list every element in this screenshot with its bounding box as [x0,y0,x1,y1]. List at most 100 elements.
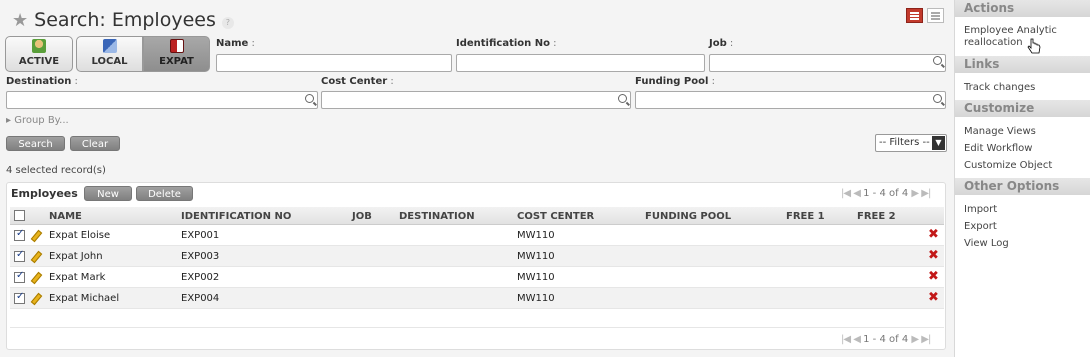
funding-pool-label: Funding Pool [635,76,715,87]
filter-active-label: ACTIVE [18,56,60,67]
funding-pool-input[interactable] [635,91,946,109]
column-header-job[interactable]: JOB [352,211,372,222]
edit-pencil-icon[interactable] [30,272,40,282]
name-label: Name [216,38,255,49]
sidebar-item-manage-views[interactable]: Manage Views [964,126,1036,138]
delete-row-icon[interactable]: ✖ [928,291,939,304]
filter-local-label: LOCAL [91,56,128,67]
column-header-cost-center[interactable]: COST CENTER [517,211,594,222]
chevron-down-icon[interactable]: ▼ [932,136,945,150]
filter-active-button[interactable]: ACTIVE [5,36,73,72]
prev-page-icon[interactable]: ◀ [853,188,861,199]
first-page-icon[interactable]: |◀ [841,334,851,345]
local-icon [102,39,117,53]
identification-no-input[interactable] [456,54,705,72]
selected-records-count: 4 selected record(s) [6,165,106,176]
name-input[interactable] [216,54,452,72]
pager-top: |◀ ◀ 1 - 4 of 4 ▶ ▶| [841,188,931,199]
destination-label: Destination [6,76,78,87]
grid-header: NAME IDENTIFICATION NO JOB DESTINATION C… [10,207,944,225]
sidebar-item-edit-workflow[interactable]: Edit Workflow [964,143,1032,155]
filter-expat-button[interactable]: EXPAT [143,36,210,72]
funding-pool-search-icon[interactable] [933,94,942,103]
filters-select-value: -- Filters -- [879,137,930,148]
edit-pencil-icon[interactable] [30,230,40,240]
cell-identification-no: EXP002 [181,272,220,283]
sidebar-section-other-options: Other Options [955,178,1090,195]
list-view-icon[interactable] [906,8,923,23]
cell-identification-no: EXP003 [181,251,220,262]
star-icon[interactable]: ★ [12,10,28,31]
group-by-toggle[interactable]: ▸ Group By... [6,115,69,126]
last-page-icon[interactable]: ▶| [921,188,931,199]
row-checkbox[interactable] [14,249,25,262]
edit-pencil-icon[interactable] [30,293,40,303]
column-header-funding-pool[interactable]: FUNDING POOL [645,211,731,222]
job-search-icon[interactable] [933,56,942,65]
cell-name[interactable]: Expat John [49,251,103,262]
row-checkbox[interactable] [14,291,25,304]
pager-top-text: 1 - 4 of 4 [863,188,909,199]
search-button[interactable]: Search [6,136,65,151]
job-input[interactable] [709,54,946,72]
delete-row-icon[interactable]: ✖ [928,249,939,262]
column-header-destination[interactable]: DESTINATION [399,211,475,222]
column-header-name[interactable]: NAME [49,211,82,222]
delete-row-icon[interactable]: ✖ [928,228,939,241]
column-header-free-1[interactable]: FREE 1 [786,211,825,222]
cell-cost-center: MW110 [517,272,555,283]
job-label: Job [709,38,733,49]
delete-row-icon[interactable]: ✖ [928,270,939,283]
main-content: ★ Search: Employees ? ACTIVE LOCAL EXPAT… [0,0,954,357]
hand-cursor-icon [1027,38,1041,54]
row-checkbox[interactable] [14,270,25,283]
prev-page-icon[interactable]: ◀ [853,334,861,345]
cost-center-input[interactable] [321,91,631,109]
active-icon [32,39,46,53]
filters-select[interactable]: -- Filters -- ▼ [875,134,947,152]
destination-search-icon[interactable] [305,94,314,103]
help-icon[interactable]: ? [221,17,234,29]
page-header: ★ Search: Employees ? [12,8,234,32]
table-row[interactable]: Expat Michael EXP004 MW110 ✖ [10,288,944,309]
column-header-identification-no[interactable]: IDENTIFICATION NO [181,211,291,222]
table-row[interactable]: Expat Mark EXP002 MW110 ✖ [10,267,944,288]
filter-local-button[interactable]: LOCAL [76,36,143,72]
cell-cost-center: MW110 [517,230,555,241]
cost-center-label: Cost Center [321,76,394,87]
clear-button[interactable]: Clear [70,136,120,151]
delete-button[interactable]: Delete [136,186,193,201]
sidebar-item-customize-object[interactable]: Customize Object [964,160,1052,172]
next-page-icon[interactable]: ▶ [911,188,919,199]
employees-grid: Employees New Delete |◀ ◀ 1 - 4 of 4 ▶ ▶… [6,182,946,350]
sidebar-item-track-changes[interactable]: Track changes [964,82,1035,94]
sidebar-item-export[interactable]: Export [964,221,997,233]
first-page-icon[interactable]: |◀ [841,188,851,199]
identification-no-label: Identification No [456,38,557,49]
page-title: Search: Employees [34,9,216,31]
next-page-icon[interactable]: ▶ [911,334,919,345]
cell-identification-no: EXP004 [181,293,220,304]
table-row[interactable]: Expat John EXP003 MW110 ✖ [10,246,944,267]
cost-center-search-icon[interactable] [618,94,627,103]
edit-pencil-icon[interactable] [30,251,40,261]
filter-expat-label: EXPAT [159,56,194,67]
sidebar-item-import[interactable]: Import [964,204,997,216]
sidebar-item-view-log[interactable]: View Log [964,238,1009,250]
table-row[interactable]: Expat Eloise EXP001 MW110 ✖ [10,225,944,246]
last-page-icon[interactable]: ▶| [921,334,931,345]
select-all-checkbox[interactable] [14,210,25,221]
sidebar-item-label: Employee Analytic [964,25,1057,36]
column-header-free-2[interactable]: FREE 2 [857,211,896,222]
cell-name[interactable]: Expat Eloise [49,230,110,241]
grid-title: Employees [11,187,78,200]
row-checkbox[interactable] [14,228,25,241]
grid-view-icon[interactable] [927,8,944,23]
sidebar-item-employee-analytic-reallocation[interactable]: Employee Analytic reallocation [964,25,1057,49]
new-button[interactable]: New [84,186,132,201]
cell-name[interactable]: Expat Michael [49,293,119,304]
cell-name[interactable]: Expat Mark [49,272,105,283]
grid-footer-divider [10,327,944,328]
cell-cost-center: MW110 [517,251,555,262]
destination-input[interactable] [6,91,318,109]
